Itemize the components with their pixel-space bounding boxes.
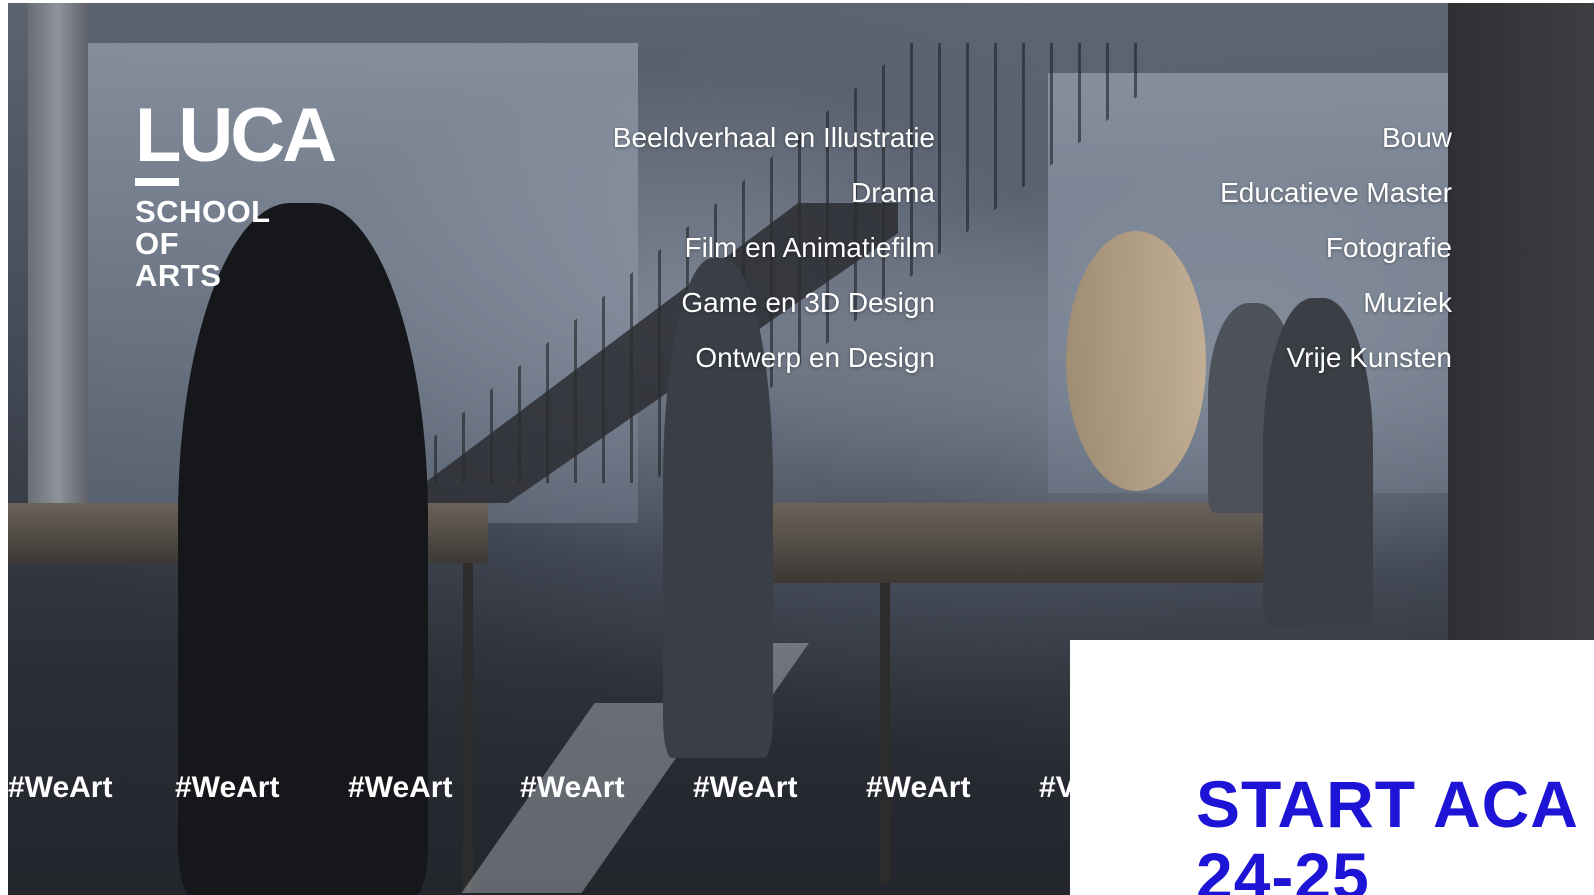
- ticker-item: #WeArt: [693, 771, 798, 804]
- nav-link-fotografie[interactable]: Fotografie: [1140, 220, 1452, 275]
- nav-link-vrije-kunsten[interactable]: Vrije Kunsten: [1140, 330, 1453, 385]
- nav-link-game[interactable]: Game en 3D Design: [560, 275, 935, 330]
- logo-subtitle-line: SCHOOL: [135, 194, 271, 229]
- luca-logo[interactable]: LUCA SCHOOL OF ARTS: [135, 93, 337, 292]
- promo-title-line: 24-25: [1196, 839, 1370, 895]
- promo-title: START ACA 24-25: [1196, 768, 1579, 895]
- nav-link-beeldverhaal[interactable]: Beeldverhaal en Illustratie: [560, 110, 935, 165]
- ticker-item: #WeArt: [866, 771, 971, 804]
- nav-link-educatieve-master[interactable]: Educatieve Master: [1140, 165, 1452, 220]
- logo-subtitle-line: ARTS: [135, 258, 222, 293]
- academic-year-promo[interactable]: START ACA 24-25: [1070, 640, 1594, 895]
- hero-pillar: [28, 3, 88, 543]
- hero-table-leg: [463, 563, 473, 893]
- logo-subtitle-line: OF: [135, 226, 180, 261]
- hero-pillar: [1448, 3, 1594, 643]
- ticker-item: #WeArt: [520, 771, 625, 804]
- nav-link-muziek[interactable]: Muziek: [1140, 275, 1452, 330]
- hero-table-leg: [880, 583, 890, 883]
- nav-link-ontwerp[interactable]: Ontwerp en Design: [560, 330, 935, 385]
- ticker-item: #WeArt: [348, 771, 453, 804]
- logo-wordmark: LUCA: [135, 93, 337, 178]
- ticker-item: #WeArt: [175, 771, 280, 804]
- ticker-item: #V: [1039, 771, 1070, 804]
- programs-nav-right: Bouw Educatieve Master Fotografie Muziek…: [1140, 110, 1452, 385]
- ticker-item: #WeArt: [8, 771, 113, 804]
- nav-link-drama[interactable]: Drama: [560, 165, 935, 220]
- hero-table: [768, 503, 1308, 583]
- promo-title-line: START ACA: [1196, 767, 1579, 841]
- logo-subtitle: SCHOOL OF ARTS: [135, 196, 334, 292]
- logo-bar: [135, 178, 179, 186]
- programs-nav-left: Beeldverhaal en Illustratie Drama Film e…: [560, 110, 935, 385]
- hashtag-ticker: #WeArt #WeArt #WeArt #WeArt #WeArt #WeAr…: [8, 768, 1070, 808]
- nav-link-bouw[interactable]: Bouw: [1140, 110, 1452, 165]
- nav-link-film[interactable]: Film en Animatiefilm: [560, 220, 935, 275]
